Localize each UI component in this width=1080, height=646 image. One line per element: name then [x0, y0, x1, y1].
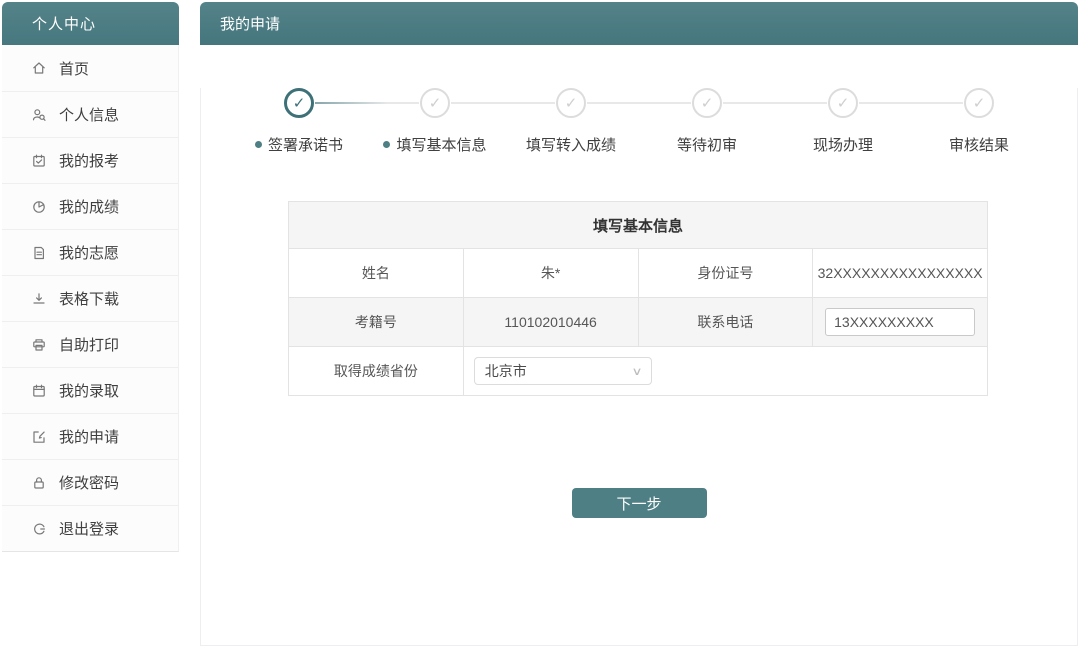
sidebar-item-label: 我的志愿 [59, 242, 119, 263]
home-icon [31, 60, 47, 76]
pie-chart-icon [31, 199, 47, 215]
sidebar-title: 个人中心 [2, 2, 179, 45]
download-icon [31, 291, 47, 307]
step-check-icon: ✓ [828, 88, 858, 118]
sidebar-item-label: 首页 [59, 58, 89, 79]
step-progress: ✓ 签署承诺书 ✓ 填写基本信息 ✓ 填写转入成绩 ✓ 等待初审 ✓ [201, 88, 1077, 155]
person-search-icon [31, 107, 47, 123]
page-title: 我的申请 [200, 2, 1078, 45]
step-check-icon: ✓ [284, 88, 314, 118]
id-number-label: 身份证号 [638, 249, 813, 298]
sidebar-item-form-download[interactable]: 表格下载 [2, 275, 178, 321]
sidebar-item-home[interactable]: 首页 [2, 45, 178, 91]
step-label: 现场办理 [813, 134, 873, 155]
sidebar-item-label: 我的成绩 [59, 196, 119, 217]
sidebar-item-label: 自助打印 [59, 334, 119, 355]
lock-icon [31, 475, 47, 491]
province-select[interactable]: 北京市 ∨ [474, 357, 652, 385]
step-initial-review: ✓ 等待初审 [639, 88, 775, 155]
edit-icon [31, 429, 47, 445]
step-label: 审核结果 [949, 134, 1009, 155]
sidebar-item-preferences[interactable]: 我的志愿 [2, 229, 178, 275]
sidebar-item-label: 个人信息 [59, 104, 119, 125]
step-label: 填写转入成绩 [526, 134, 616, 155]
step-label: 签署承诺书 [268, 134, 343, 155]
name-value: 朱* [463, 249, 638, 298]
sidebar-item-logout[interactable]: 退出登录 [2, 505, 178, 551]
step-sign-commitment: ✓ 签署承诺书 [231, 88, 367, 155]
step-basic-info: ✓ 填写基本信息 [367, 88, 503, 155]
chevron-down-icon: ∨ [631, 365, 642, 378]
sidebar-item-label: 我的报考 [59, 150, 119, 171]
sidebar-item-change-password[interactable]: 修改密码 [2, 459, 178, 505]
sidebar-item-label: 我的录取 [59, 380, 119, 401]
form-title: 填写基本信息 [289, 202, 988, 249]
sidebar-item-application[interactable]: 我的申请 [2, 413, 178, 459]
sidebar-item-label: 修改密码 [59, 472, 119, 493]
calendar-icon [31, 383, 47, 399]
exam-number-label: 考籍号 [289, 298, 464, 347]
sidebar-item-label: 表格下载 [59, 288, 119, 309]
name-label: 姓名 [289, 249, 464, 298]
exam-number-value: 110102010446 [463, 298, 638, 347]
step-label: 填写基本信息 [396, 134, 486, 155]
phone-input[interactable] [825, 308, 975, 336]
step-check-icon: ✓ [692, 88, 722, 118]
printer-icon [31, 337, 47, 353]
step-label: 等待初审 [677, 134, 737, 155]
logout-icon [31, 521, 47, 537]
step-onsite-processing: ✓ 现场办理 [775, 88, 911, 155]
step-transfer-scores: ✓ 填写转入成绩 [503, 88, 639, 155]
sidebar-item-scores[interactable]: 我的成绩 [2, 183, 178, 229]
sidebar-item-registration[interactable]: 我的报考 [2, 137, 178, 183]
province-selected-value: 北京市 [485, 361, 527, 381]
sidebar-item-label: 我的申请 [59, 426, 119, 447]
next-step-button[interactable]: 下一步 [572, 488, 707, 518]
step-bullet [383, 141, 390, 148]
id-number-value: 32XXXXXXXXXXXXXXXX [813, 249, 988, 298]
calendar-check-icon [31, 153, 47, 169]
sidebar-item-self-print[interactable]: 自助打印 [2, 321, 178, 367]
sidebar-item-label: 退出登录 [59, 518, 119, 539]
main-content: ✓ 签署承诺书 ✓ 填写基本信息 ✓ 填写转入成绩 ✓ 等待初审 ✓ [200, 88, 1078, 646]
step-review-result: ✓ 审核结果 [911, 88, 1047, 155]
sidebar-menu: 首页 个人信息 我的报考 我的成绩 我的志愿 表格下载 自助打印 我的录取 [2, 45, 179, 552]
phone-label: 联系电话 [638, 298, 813, 347]
step-check-icon: ✓ [556, 88, 586, 118]
main-panel: 我的申请 ✓ 签署承诺书 ✓ 填写基本信息 ✓ 填写转入成绩 ✓ 等待初审 [200, 2, 1078, 646]
province-label: 取得成绩省份 [289, 347, 464, 396]
basic-info-table: 填写基本信息 姓名 朱* 身份证号 32XXXXXXXXXXXXXXXX 考籍号… [288, 201, 988, 396]
document-icon [31, 245, 47, 261]
step-bullet [255, 141, 262, 148]
sidebar-item-admission[interactable]: 我的录取 [2, 367, 178, 413]
step-check-icon: ✓ [964, 88, 994, 118]
sidebar: 个人中心 首页 个人信息 我的报考 我的成绩 我的志愿 表格下载 自助打印 [2, 2, 179, 552]
step-check-icon: ✓ [420, 88, 450, 118]
sidebar-item-profile[interactable]: 个人信息 [2, 91, 178, 137]
